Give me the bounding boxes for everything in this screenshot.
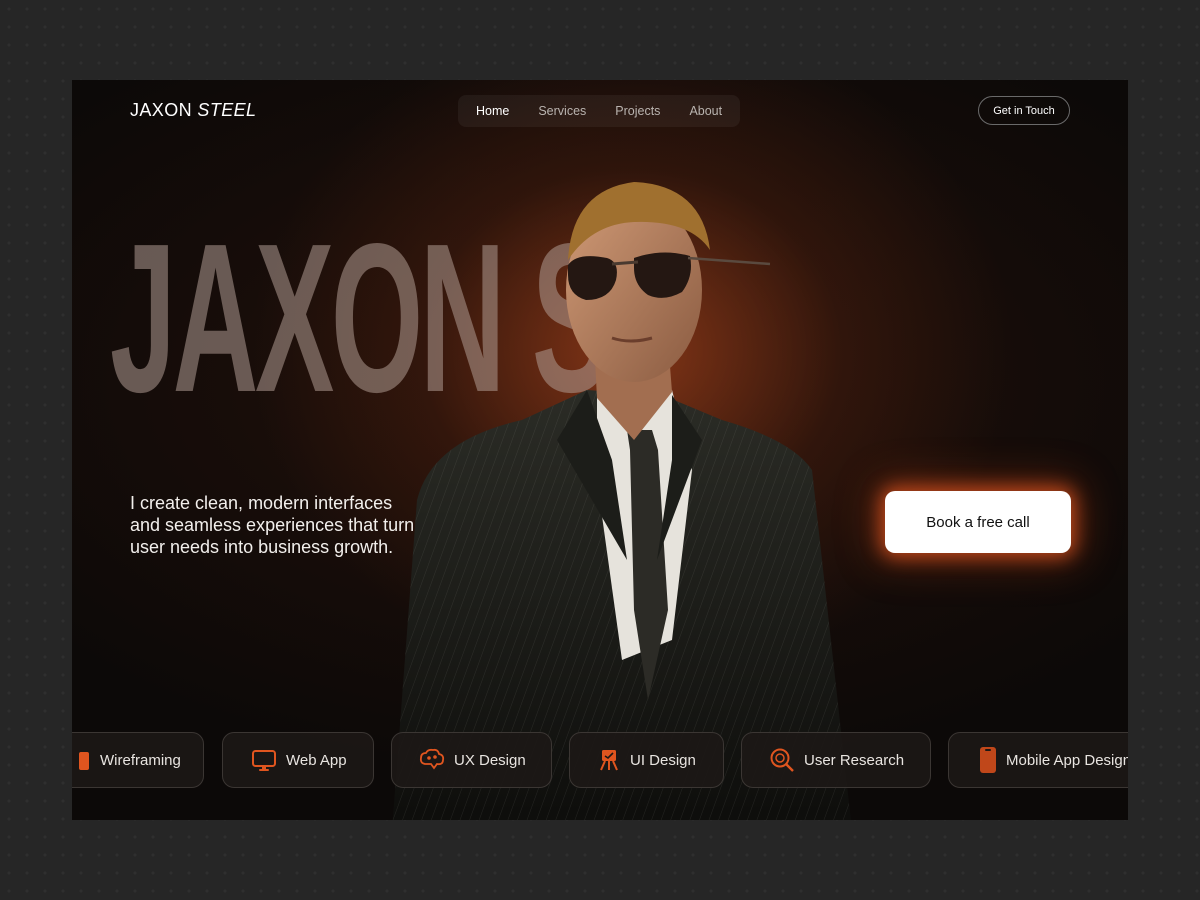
- get-in-touch-button[interactable]: Get in Touch: [978, 96, 1070, 125]
- skill-chip-wireframing[interactable]: Wireframing: [72, 732, 204, 788]
- skill-label: User Research: [804, 751, 905, 769]
- skill-chip-user-research[interactable]: User Research: [741, 732, 931, 788]
- skill-label: UI Design: [630, 751, 696, 769]
- skill-chip-web-app[interactable]: Web App: [222, 732, 374, 788]
- mobile-icon: [980, 747, 996, 773]
- skill-chip-mobile-app-design[interactable]: Mobile App Design: [948, 732, 1128, 788]
- brain-icon: [419, 748, 445, 770]
- main-navigation: Home Services Projects About: [458, 95, 741, 127]
- wireframe-icon: [79, 752, 89, 770]
- easel-icon: [600, 750, 618, 771]
- skill-chip-ux-design[interactable]: UX Design: [391, 732, 552, 788]
- magnifier-icon: [770, 748, 794, 772]
- brand-logo[interactable]: JAXON STEEL: [130, 100, 256, 121]
- logo-first-name: JAXON: [130, 100, 193, 120]
- monitor-icon: [252, 750, 276, 771]
- nav-home[interactable]: Home: [476, 104, 509, 118]
- skill-label: UX Design: [454, 751, 526, 769]
- skill-label: Web App: [286, 751, 347, 769]
- skill-chip-ui-design[interactable]: UI Design: [569, 732, 724, 788]
- portrait-image: [392, 182, 851, 820]
- landing-page-frame: JAXON STEEL: [72, 80, 1128, 820]
- nav-services[interactable]: Services: [538, 104, 586, 118]
- nav-projects[interactable]: Projects: [615, 104, 660, 118]
- hero-tagline: I create clean, modern interfaces and se…: [130, 493, 415, 557]
- skill-label: Mobile App Design: [1006, 751, 1128, 769]
- book-call-button[interactable]: Book a free call: [885, 491, 1071, 553]
- nav-about[interactable]: About: [689, 104, 722, 118]
- logo-last-name: STEEL: [197, 100, 257, 120]
- skill-label: Wireframing: [100, 751, 181, 769]
